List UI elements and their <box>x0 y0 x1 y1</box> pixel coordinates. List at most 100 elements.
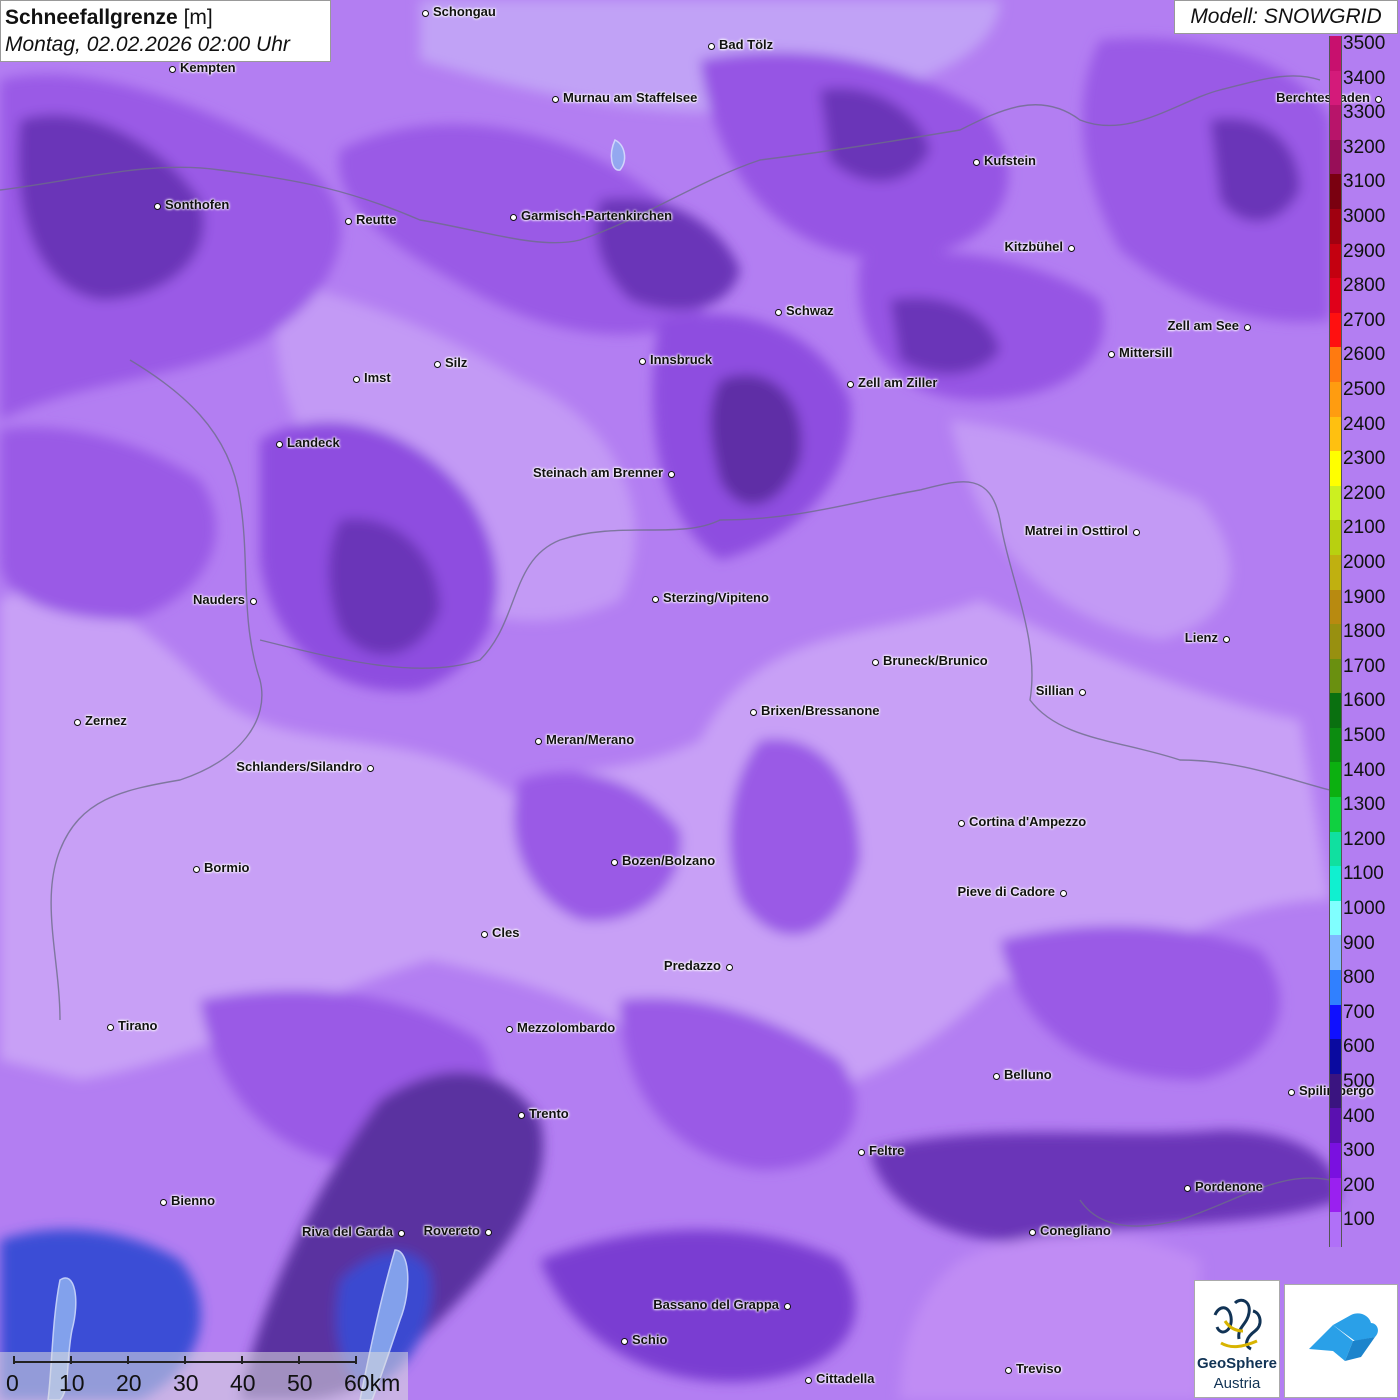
city-label: Tirano <box>118 1018 158 1033</box>
legend-swatch <box>1329 970 1342 1005</box>
city-label: Pordenone <box>1195 1179 1263 1194</box>
city-marker[interactable] <box>707 42 715 50</box>
city-label: Sonthofen <box>165 197 230 212</box>
map-title-unit: [m] <box>183 6 213 29</box>
geosphere-subname: Austria <box>1213 1375 1261 1392</box>
city-marker[interactable] <box>1222 635 1230 643</box>
city-marker[interactable] <box>1059 889 1067 897</box>
map-title-parameter: Schneefallgrenze <box>5 6 178 29</box>
city-marker[interactable] <box>1243 323 1251 331</box>
city-label: Mittersill <box>1119 345 1173 360</box>
legend-swatch <box>1329 693 1342 728</box>
city-marker[interactable] <box>397 1229 405 1237</box>
city-marker[interactable] <box>1078 688 1086 696</box>
city-marker[interactable] <box>153 202 161 210</box>
city-marker[interactable] <box>667 470 675 478</box>
city-label: Cles <box>492 925 520 940</box>
city-label: Zell am See <box>1167 318 1239 333</box>
city-marker[interactable] <box>517 1111 525 1119</box>
city-marker[interactable] <box>192 865 200 873</box>
city-marker[interactable] <box>610 858 618 866</box>
legend-label: 2300 <box>1343 448 1386 470</box>
legend-label: 800 <box>1343 967 1375 989</box>
city-marker[interactable] <box>1287 1088 1295 1096</box>
app-logo[interactable] <box>1284 1284 1398 1398</box>
city-marker[interactable] <box>275 440 283 448</box>
city-marker[interactable] <box>249 597 257 605</box>
city-label: Kitzbühel <box>1004 239 1064 254</box>
city-label: Trento <box>529 1106 569 1121</box>
legend-swatch <box>1329 139 1342 175</box>
legend-swatch <box>1329 70 1342 106</box>
city-label: Schio <box>632 1332 668 1347</box>
city-marker[interactable] <box>484 1228 492 1236</box>
scale-label: 20 <box>116 1370 142 1396</box>
legend-label: 600 <box>1343 1036 1375 1058</box>
geosphere-logo[interactable]: GeoSphere Austria <box>1194 1280 1280 1398</box>
city-marker[interactable] <box>534 737 542 745</box>
city-marker[interactable] <box>505 1025 513 1033</box>
legend-label: 2500 <box>1343 379 1386 400</box>
city-label: Schwaz <box>786 303 834 318</box>
legend-label: 3300 <box>1343 102 1386 124</box>
city-label: Reutte <box>356 212 397 227</box>
city-marker[interactable] <box>344 217 352 225</box>
city-marker[interactable] <box>421 9 429 17</box>
scale-label: 40 <box>230 1370 256 1396</box>
legend-swatch <box>1329 554 1342 590</box>
city-marker[interactable] <box>871 658 879 666</box>
city-label: Meran/Merano <box>546 732 635 747</box>
legend-label: 1900 <box>1343 586 1386 608</box>
legend-label: 2100 <box>1343 517 1386 539</box>
city-marker[interactable] <box>1067 244 1075 252</box>
city-marker[interactable] <box>783 1302 791 1310</box>
city-label: Innsbruck <box>650 352 713 367</box>
city-marker[interactable] <box>73 718 81 726</box>
city-marker[interactable] <box>1183 1184 1191 1192</box>
city-marker[interactable] <box>651 595 659 603</box>
city-marker[interactable] <box>1028 1228 1036 1236</box>
city-marker[interactable] <box>749 708 757 716</box>
city-marker[interactable] <box>774 308 782 316</box>
legend-colorbar <box>1329 36 1342 1247</box>
legend-label: 200 <box>1343 1174 1375 1196</box>
city-marker[interactable] <box>1132 528 1140 536</box>
city-marker[interactable] <box>804 1376 812 1384</box>
scale-label: 0 <box>6 1370 19 1396</box>
city-marker[interactable] <box>159 1198 167 1206</box>
city-marker[interactable] <box>106 1023 114 1031</box>
legend-swatch <box>1329 312 1342 348</box>
legend-swatch <box>1329 1212 1342 1247</box>
scale-tick <box>355 1356 357 1364</box>
city-marker[interactable] <box>857 1148 865 1156</box>
legend-label: 400 <box>1343 1105 1375 1127</box>
snowline-map[interactable]: Schongau Bad Tölz Kempten Murnau am Staffel… <box>0 0 1400 1400</box>
city-marker[interactable] <box>1004 1366 1012 1374</box>
city-marker[interactable] <box>957 819 965 827</box>
city-marker[interactable] <box>638 357 646 365</box>
city-marker[interactable] <box>620 1337 628 1345</box>
scale-label: 50 <box>287 1370 313 1396</box>
legend-label: 1200 <box>1343 828 1386 850</box>
city-marker[interactable] <box>352 375 360 383</box>
legend-label: 2000 <box>1343 552 1386 573</box>
city-marker[interactable] <box>1107 350 1115 358</box>
legend-swatch <box>1329 831 1342 867</box>
city-label: Kempten <box>180 60 236 75</box>
city-marker[interactable] <box>846 380 854 388</box>
city-label: Murnau am Staffelsee <box>563 90 698 105</box>
city-marker[interactable] <box>725 963 733 971</box>
city-marker[interactable] <box>972 158 980 166</box>
city-label: Brixen/Bressanone <box>761 703 880 718</box>
city-label: Mezzolombardo <box>517 1020 616 1035</box>
scale-tick <box>241 1356 243 1364</box>
city-label: Sterzing/Vipiteno <box>663 590 769 605</box>
city-marker[interactable] <box>433 360 441 368</box>
city-marker[interactable] <box>551 95 559 103</box>
city-marker[interactable] <box>480 930 488 938</box>
city-marker[interactable] <box>168 65 176 73</box>
city-marker[interactable] <box>509 213 517 221</box>
city-marker[interactable] <box>992 1072 1000 1080</box>
city-marker[interactable] <box>366 764 374 772</box>
city-label: Silz <box>445 355 468 370</box>
